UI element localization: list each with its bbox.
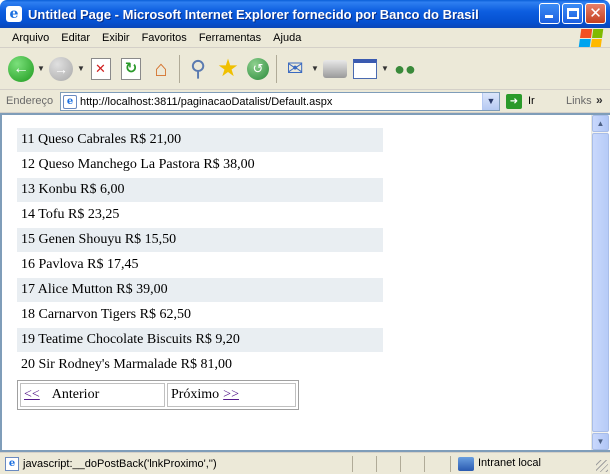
- go-icon[interactable]: ➜: [506, 94, 522, 109]
- address-label: Endereço: [6, 95, 54, 107]
- back-dropdown-icon[interactable]: ▼: [36, 64, 46, 73]
- links-label[interactable]: Links: [566, 95, 592, 107]
- toolbar-separator: [179, 54, 180, 83]
- vertical-scrollbar[interactable]: ▲ ▼: [591, 115, 609, 450]
- window-controls: ✕: [539, 3, 606, 24]
- address-dropdown-icon[interactable]: ▼: [482, 93, 499, 110]
- status-bar: e javascript:__doPostBack('lnkProximo','…: [0, 452, 610, 474]
- forward-dropdown-icon[interactable]: ▼: [76, 64, 86, 73]
- search-button[interactable]: ⚲: [183, 54, 213, 84]
- status-divider: [424, 456, 425, 472]
- toolbar-separator: [276, 54, 277, 83]
- refresh-icon: ↻: [121, 57, 141, 80]
- favorites-icon: ★: [217, 54, 239, 82]
- ie-icon: e: [6, 6, 22, 22]
- menu-ajuda[interactable]: Ajuda: [267, 32, 307, 44]
- next-link[interactable]: >>: [223, 387, 239, 403]
- edit-button[interactable]: [350, 54, 380, 84]
- menu-editar[interactable]: Editar: [55, 32, 96, 44]
- list-item: 16 Pavlova R$ 17,45: [17, 253, 383, 277]
- pager-prev-cell: << Anterior: [20, 383, 165, 407]
- history-button[interactable]: ↺: [243, 54, 273, 84]
- status-divider: [376, 456, 377, 472]
- minimize-icon: [545, 15, 553, 18]
- address-input[interactable]: e http://localhost:3811/paginacaoDatalis…: [60, 92, 500, 111]
- scroll-thumb[interactable]: [592, 133, 609, 432]
- list-item: 13 Konbu R$ 6,00: [17, 178, 383, 202]
- pager-next-cell: Próximo >>: [166, 383, 296, 407]
- history-icon: ↺: [247, 57, 269, 80]
- resize-grip-icon[interactable]: [596, 460, 608, 472]
- status-divider: [400, 456, 401, 472]
- close-icon: ✕: [589, 4, 602, 22]
- list-item: 20 Sir Rodney's Marmalade R$ 81,00: [17, 353, 383, 377]
- refresh-button[interactable]: ↻: [116, 54, 146, 84]
- close-button[interactable]: ✕: [585, 3, 606, 24]
- stop-icon: [91, 57, 111, 80]
- edit-icon: [353, 58, 377, 79]
- mail-icon: ✉: [286, 57, 304, 80]
- print-icon: [323, 59, 347, 78]
- menu-ferramentas[interactable]: Ferramentas: [193, 32, 267, 44]
- datalist-page: 11 Queso Cabrales R$ 21,00 12 Queso Manc…: [17, 128, 592, 410]
- stop-button[interactable]: [86, 54, 116, 84]
- go-button[interactable]: Ir: [528, 95, 535, 107]
- windows-logo-icon: [578, 29, 604, 47]
- window-title: Untitled Page - Microsoft Internet Explo…: [28, 6, 479, 22]
- scroll-down-button[interactable]: ▼: [592, 433, 609, 450]
- prev-label: Anterior: [51, 387, 100, 402]
- status-page-icon: e: [5, 456, 19, 471]
- list-item: 14 Tofu R$ 23,25: [17, 203, 383, 227]
- forward-button[interactable]: →: [46, 54, 76, 84]
- list-item: 18 Carnarvon Tigers R$ 62,50: [17, 303, 383, 327]
- edit-dropdown-icon[interactable]: ▼: [380, 64, 390, 73]
- list-item: 17 Alice Mutton R$ 39,00: [17, 278, 383, 302]
- next-label: Próximo: [170, 387, 220, 402]
- favorites-button[interactable]: ★: [213, 54, 243, 84]
- messenger-icon: ●●: [394, 58, 416, 79]
- messenger-button[interactable]: ●●: [390, 54, 420, 84]
- minimize-button[interactable]: [539, 3, 560, 24]
- search-icon: ⚲: [189, 55, 207, 81]
- home-icon: ⌂: [154, 55, 168, 81]
- address-bar: Endereço e http://localhost:3811/paginac…: [0, 90, 610, 113]
- links-chevron-icon[interactable]: »: [596, 93, 603, 107]
- back-button[interactable]: ←: [6, 54, 36, 84]
- page-icon: e: [63, 94, 77, 109]
- print-button[interactable]: [320, 54, 350, 84]
- forward-icon: →: [49, 56, 73, 81]
- status-divider: [352, 456, 353, 472]
- status-divider: [450, 456, 451, 472]
- address-url[interactable]: http://localhost:3811/paginacaoDatalist/…: [80, 96, 332, 108]
- list-item: 12 Queso Manchego La Pastora R$ 38,00: [17, 153, 383, 177]
- menu-exibir[interactable]: Exibir: [96, 32, 136, 44]
- maximize-icon: [567, 8, 579, 19]
- standard-toolbar: ← ▼ → ▼ ↻ ⌂ ⚲ ★ ↺ ✉ ▼ ▼ ●●: [0, 48, 610, 90]
- title-bar[interactable]: e Untitled Page - Microsoft Internet Exp…: [0, 0, 610, 28]
- menu-arquivo[interactable]: Arquivo: [6, 32, 55, 44]
- scroll-up-button[interactable]: ▲: [592, 115, 609, 132]
- page-content-area: 11 Queso Cabrales R$ 21,00 12 Queso Manc…: [0, 113, 610, 452]
- menu-favoritos[interactable]: Favoritos: [136, 32, 193, 44]
- maximize-button[interactable]: [562, 3, 583, 24]
- list-item: 15 Genen Shouyu R$ 15,50: [17, 228, 383, 252]
- intranet-zone-icon: [458, 457, 474, 471]
- back-icon: ←: [8, 55, 34, 82]
- mail-dropdown-icon[interactable]: ▼: [310, 64, 320, 73]
- pager: << Anterior Próximo >>: [17, 380, 299, 410]
- menu-bar: Arquivo Editar Exibir Favoritos Ferramen…: [0, 28, 610, 48]
- status-text: javascript:__doPostBack('lnkProximo',''): [23, 457, 217, 470]
- prev-link[interactable]: <<: [24, 387, 40, 403]
- home-button[interactable]: ⌂: [146, 54, 176, 84]
- mail-button[interactable]: ✉: [280, 54, 310, 84]
- list-item: 19 Teatime Chocolate Biscuits R$ 9,20: [17, 328, 383, 352]
- zone-label: Intranet local: [478, 457, 541, 469]
- list-item: 11 Queso Cabrales R$ 21,00: [17, 128, 383, 152]
